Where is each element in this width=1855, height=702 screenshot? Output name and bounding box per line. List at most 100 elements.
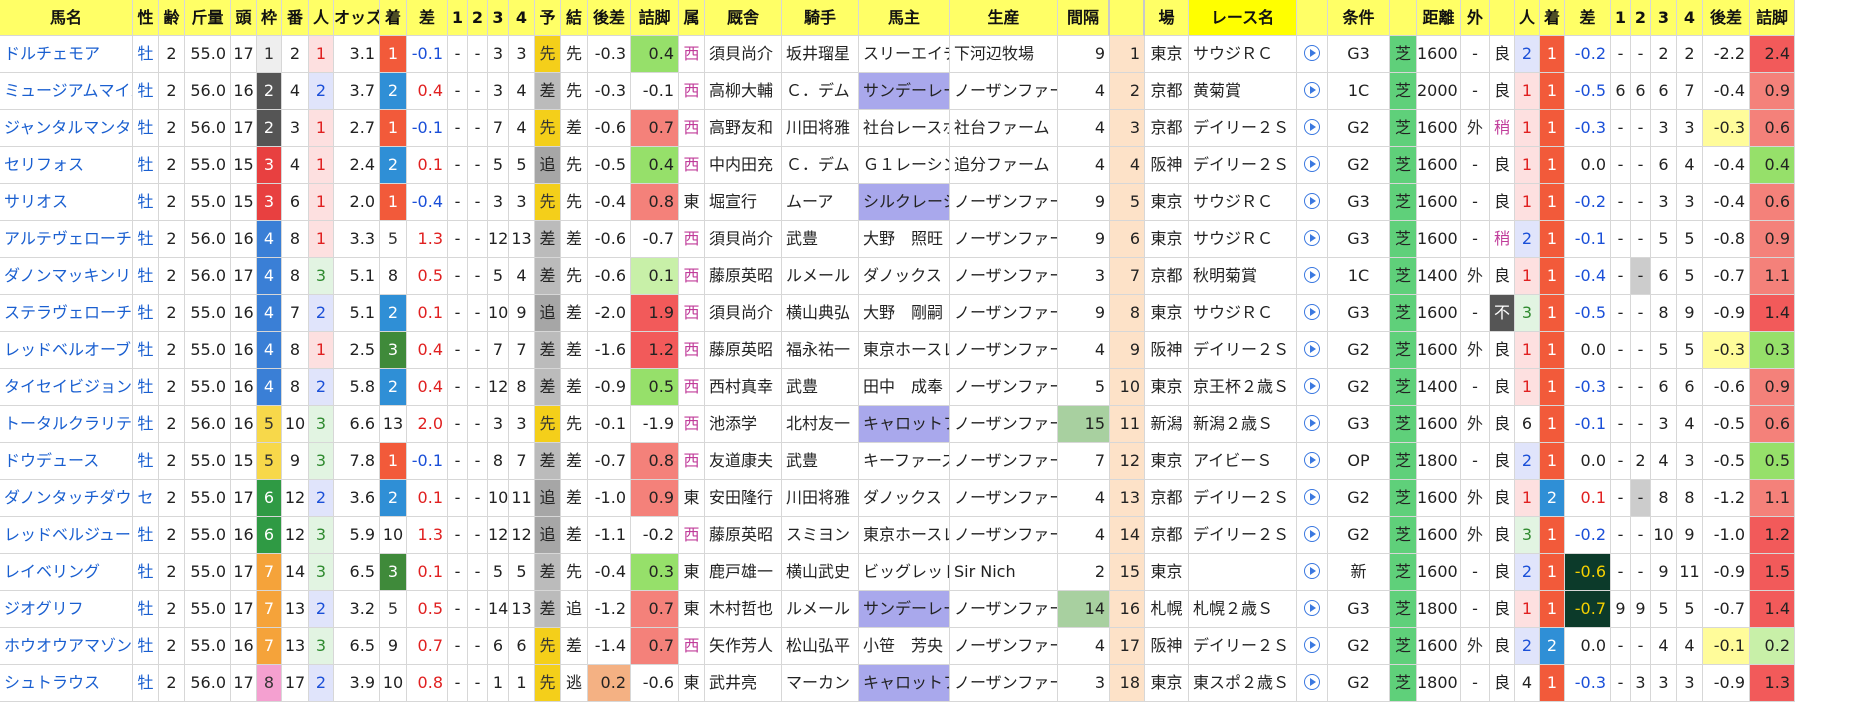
cell-sex[interactable]: 牡 [133,628,159,665]
cell-horse[interactable]: ドルチェモア [0,36,133,73]
cell-sex[interactable]: 牡 [133,369,159,406]
header-margin[interactable]: 差 [407,0,448,36]
cell-horse[interactable]: ミュージアムマイル [0,73,133,110]
play-circle-icon[interactable] [1304,600,1320,616]
cell-sex[interactable]: 牡 [133,332,159,369]
cell-horse[interactable]: トータルクラリティ [0,406,133,443]
cell-horse[interactable]: シュトラウス [0,665,133,702]
cell-horse[interactable]: レッドベルジュール [0,517,133,554]
play-circle-icon[interactable] [1304,45,1320,61]
cell-horse[interactable]: ホウオウアマゾン [0,628,133,665]
play-circle-icon[interactable] [1304,489,1320,505]
header-p_fin[interactable]: 着 [1540,0,1565,36]
cell-horse[interactable]: ジオグリフ [0,591,133,628]
play-circle-icon[interactable] [1304,637,1320,653]
replay-video-button[interactable] [1297,665,1328,702]
header-tsume[interactable]: 詰脚 [631,0,679,36]
replay-video-button[interactable] [1297,110,1328,147]
replay-video-button[interactable] [1297,517,1328,554]
cell-sex[interactable]: 牡 [133,184,159,221]
play-circle-icon[interactable] [1304,378,1320,394]
replay-video-button[interactable] [1297,221,1328,258]
cell-sex[interactable]: 牡 [133,258,159,295]
play-circle-icon[interactable] [1304,304,1320,320]
header-sex[interactable]: 性 [133,0,159,36]
header-c4[interactable]: 4 [509,0,535,36]
header-surf[interactable] [1390,0,1417,36]
play-circle-icon[interactable] [1304,526,1320,542]
play-circle-icon[interactable] [1304,230,1320,246]
play-circle-icon[interactable] [1304,193,1320,209]
header-cond[interactable]: 条件 [1328,0,1390,36]
cell-horse[interactable]: ドウデュース [0,443,133,480]
play-circle-icon[interactable] [1304,156,1320,172]
play-circle-icon[interactable] [1304,82,1320,98]
header-lastdiff[interactable]: 後差 [588,0,631,36]
play-circle-icon[interactable] [1304,563,1320,579]
header-p3[interactable]: 3 [1651,0,1677,36]
header-belong[interactable]: 属 [679,0,705,36]
header-age[interactable]: 齢 [159,0,185,36]
cell-horse[interactable]: アルテヴェローチェ [0,221,133,258]
replay-video-button[interactable] [1297,591,1328,628]
cell-horse[interactable]: ステラヴェローチェ [0,295,133,332]
header-idx[interactable] [1110,0,1145,36]
header-p4[interactable]: 4 [1677,0,1703,36]
header-p_tsume[interactable]: 詰脚 [1750,0,1795,36]
cell-sex[interactable]: 牡 [133,147,159,184]
header-race[interactable]: レース名 [1189,0,1297,36]
cell-horse[interactable]: ダノンタッチダウン [0,480,133,517]
cell-horse[interactable]: セリフォス [0,147,133,184]
header-heads[interactable]: 頭 [231,0,257,36]
cell-horse[interactable]: レッドベルオーブ [0,332,133,369]
header-p_margin[interactable]: 差 [1565,0,1611,36]
cell-sex[interactable]: 牡 [133,554,159,591]
header-jockey[interactable]: 騎手 [782,0,859,36]
cell-sex[interactable]: 牡 [133,73,159,110]
cell-horse[interactable]: タイセイビジョン [0,369,133,406]
replay-video-button[interactable] [1297,554,1328,591]
replay-video-button[interactable] [1297,480,1328,517]
header-pop[interactable]: 人 [309,0,334,36]
play-circle-icon[interactable] [1304,341,1320,357]
replay-video-button[interactable] [1297,369,1328,406]
header-horse[interactable]: 馬名 [0,0,133,36]
cell-sex[interactable]: 牡 [133,406,159,443]
cell-horse[interactable]: レイベリング [0,554,133,591]
header-p_pop[interactable]: 人 [1515,0,1540,36]
cell-horse[interactable]: ジャンタルマンタル [0,110,133,147]
replay-video-button[interactable] [1297,73,1328,110]
header-waku[interactable]: 枠 [257,0,282,36]
replay-video-button[interactable] [1297,36,1328,73]
play-circle-icon[interactable] [1304,119,1320,135]
header-p2[interactable]: 2 [1631,0,1651,36]
cell-sex[interactable]: 牡 [133,221,159,258]
header-odds[interactable]: オッズ [334,0,380,36]
header-pred[interactable]: 予 [535,0,561,36]
play-circle-icon[interactable] [1304,415,1320,431]
header-going[interactable] [1490,0,1515,36]
header-outer[interactable]: 外 [1461,0,1490,36]
header-p_lastdiff[interactable]: 後差 [1703,0,1750,36]
header-c2[interactable]: 2 [468,0,488,36]
header-result[interactable]: 結 [561,0,588,36]
cell-horse[interactable]: サリオス [0,184,133,221]
cell-sex[interactable]: 牡 [133,517,159,554]
replay-video-button[interactable] [1297,184,1328,221]
header-finish[interactable]: 着 [380,0,407,36]
replay-video-button[interactable] [1297,258,1328,295]
replay-video-button[interactable] [1297,628,1328,665]
play-circle-icon[interactable] [1304,267,1320,283]
cell-sex[interactable]: 牡 [133,665,159,702]
replay-video-button[interactable] [1297,406,1328,443]
cell-horse[interactable]: ダノンマッキンリー [0,258,133,295]
play-circle-icon[interactable] [1304,674,1320,690]
replay-video-button[interactable] [1297,147,1328,184]
header-weight[interactable]: 斤量 [185,0,231,36]
header-play[interactable] [1297,0,1328,36]
header-dist[interactable]: 距離 [1417,0,1461,36]
cell-sex[interactable]: 牡 [133,591,159,628]
play-circle-icon[interactable] [1304,452,1320,468]
replay-video-button[interactable] [1297,443,1328,480]
header-p1[interactable]: 1 [1611,0,1631,36]
